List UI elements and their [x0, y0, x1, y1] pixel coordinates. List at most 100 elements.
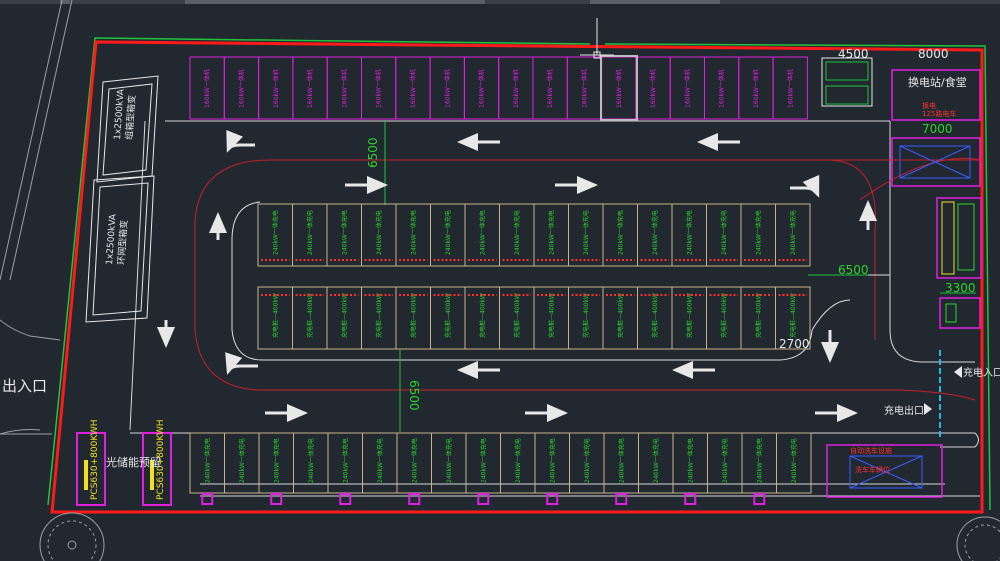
slot-label: 240kW一体充电 — [271, 210, 279, 255]
traffic-arrows — [157, 133, 877, 422]
slot-label: 240kW一体充电 — [721, 438, 729, 483]
slot-label: 240kW一体充电 — [686, 438, 694, 483]
slot-label: 充电桩—400kW — [720, 293, 728, 338]
dim-6500-bottom: 6500 — [407, 380, 421, 411]
slot-label: 240kW一体充电 — [513, 210, 521, 255]
slot-label: 240kW一体充电 — [652, 438, 660, 483]
charging-exit-label: 充电出口 — [884, 404, 924, 417]
pcs-storage-1[interactable]: PCS630+800KWH — [76, 419, 106, 506]
charging-row-a: 240kW一体充电 240kW一体充电 240kW一体充电 240kW一体充电 240k… — [257, 203, 811, 267]
slot-label: 240kW一体充电 — [376, 438, 384, 483]
slot-label: 充电桩—400kW — [271, 293, 279, 338]
pcs-1-label: PCS630+800KWH — [90, 419, 100, 500]
slot-label: 160kW一体机 — [718, 69, 726, 108]
transformer-2[interactable]: 1x2500kVA 环网型箱变 — [85, 175, 155, 323]
slot-label: 240kW一体充电 — [514, 438, 522, 483]
auto-wash-label: 自动洗车设施 — [850, 446, 892, 455]
slot-label: 240kW一体充电 — [547, 210, 555, 255]
tree-icon — [39, 512, 105, 561]
cad-crosshair — [580, 18, 614, 59]
dim-4500: 4500 — [838, 47, 869, 61]
slot-label: 240kW一体充电 — [651, 210, 659, 255]
slot-label: 充电桩—400kW — [444, 293, 452, 338]
slot-label: 240kW一体充电 — [340, 210, 348, 255]
slot-label: 160kW一体机 — [512, 69, 520, 108]
direction-flag-icon — [954, 366, 962, 378]
slot-label: 160kW一体机 — [580, 69, 588, 108]
slot-label: 160kW一体机 — [272, 69, 280, 108]
slot-label: 充电桩—400kW — [478, 293, 486, 338]
slot-label: 240kW一体充电 — [307, 438, 315, 483]
dim-6500-right: 6500 — [838, 263, 869, 277]
slot-label: 240kW一体充电 — [444, 210, 452, 255]
slot-label: 240kW一体充电 — [238, 438, 246, 483]
slot-label: 160kW一体机 — [615, 69, 623, 108]
dim-6500-top: 6500 — [366, 137, 380, 168]
slot-label: 充电桩—400kW — [340, 293, 348, 338]
slot-label: 240kW一体充电 — [409, 210, 417, 255]
slot-label: 240kW一体充电 — [720, 210, 728, 255]
dimension-lines — [384, 121, 976, 432]
slot-label: 240kW一体充电 — [754, 210, 762, 255]
dim-3300: 3300 — [945, 281, 976, 295]
swap-station[interactable]: 换电站/食堂 换电 125路电车 7000 — [821, 57, 981, 187]
auto-wash-area[interactable]: 自动洗车设施 洗车车辆位 — [826, 444, 943, 498]
charging-row-c: 240kW一体充电 240kW一体充电 240kW一体充电 240kW一体充电 240k… — [189, 432, 812, 505]
slot-label: 充电桩—400kW — [547, 293, 555, 338]
slot-label: 240kW一体充电 — [583, 438, 591, 483]
slot-label: 240kW一体充电 — [479, 438, 487, 483]
slot-label: 240kW一体充电 — [478, 210, 486, 255]
charging-row-b: 充电桩—400kW 充电桩—400kW 充电桩—400kW 充电桩—400kW 充电桩—… — [257, 286, 811, 350]
slot-label: 充电桩—400kW — [375, 293, 383, 338]
entrance-exit-label: 出入口 — [2, 377, 47, 395]
slot-label: 160kW一体机 — [786, 69, 794, 108]
slot-label: 240kW一体充电 — [203, 438, 211, 483]
slot-label: 240kW一体充电 — [445, 438, 453, 483]
slot-label: 240kW一体充电 — [685, 210, 693, 255]
slot-label: 160kW一体机 — [649, 69, 657, 108]
slot-label: 240kW一体充电 — [790, 438, 798, 483]
curved-arrows — [225, 129, 820, 375]
charging-exit[interactable]: 充电出口 — [884, 403, 932, 417]
slot-label: 160kW一体机 — [478, 69, 486, 108]
slot-label: 160kW一体机 — [752, 69, 760, 108]
slot-label: 充电桩—400kW — [582, 293, 590, 338]
slot-label: 充电桩—400kW — [306, 293, 314, 338]
auto-wash-sub: 洗车车辆位 — [855, 465, 890, 474]
charging-entrance[interactable]: 充电入口 — [954, 366, 1000, 379]
slot-label: 160kW一体机 — [409, 69, 417, 108]
slot-label: 240kW一体充电 — [789, 210, 797, 255]
equipment-strip[interactable] — [936, 197, 982, 438]
slot-label: 160kW一体机 — [375, 69, 383, 108]
slot-label: 充电桩—400kW — [513, 293, 521, 338]
site-plan-drawing[interactable]: 6500 6500 6500 3300 4500 8000 2700 1x250… — [0, 0, 1000, 561]
slot-label: 240kW一体充电 — [617, 438, 625, 483]
swap-sub-label: 换电 — [922, 101, 936, 110]
slot-label: 240kW一体充电 — [755, 438, 763, 483]
slot-label: 充电桩—400kW — [789, 293, 797, 338]
slot-label: 160kW一体机 — [546, 69, 554, 108]
transformer-1[interactable]: 1x2500kVA 组箱型箱变 — [96, 75, 159, 183]
slot-label: 160kW一体机 — [683, 69, 691, 108]
slot-label: 240kW一体充电 — [306, 210, 314, 255]
swap-sub2-label: 125路电车 — [922, 109, 956, 118]
slot-label: 240kW一体充电 — [341, 438, 349, 483]
slot-label: 充电桩—400kW — [754, 293, 762, 338]
slot-label: 160kW一体机 — [306, 69, 314, 108]
slot-label: 240kW一体充电 — [616, 210, 624, 255]
slot-label: 充电桩—400kW — [409, 293, 417, 338]
tree-icon — [956, 516, 1000, 561]
slot-label: 160kW一体机 — [443, 69, 451, 108]
dim-8000: 8000 — [918, 47, 949, 61]
slot-label: 160kW一体机 — [237, 69, 245, 108]
slot-label: 160kW一体机 — [203, 69, 211, 108]
dimension-texts: 6500 6500 6500 3300 — [366, 137, 976, 410]
top-row-slots: 160kW一体机 160kW一体机 160kW一体机 160kW一体机 160kW一体机… — [189, 56, 808, 120]
dimension-texts-white: 4500 8000 2700 — [779, 47, 949, 351]
swap-station-label: 换电站/食堂 — [908, 75, 967, 89]
slot-label: 充电桩—400kW — [651, 293, 659, 338]
slot-label: 240kW一体充电 — [410, 438, 418, 483]
slot-label: 240kW一体充电 — [548, 438, 556, 483]
charging-entrance-label: 充电入口 — [963, 366, 1000, 379]
direction-flag-icon — [924, 403, 932, 415]
